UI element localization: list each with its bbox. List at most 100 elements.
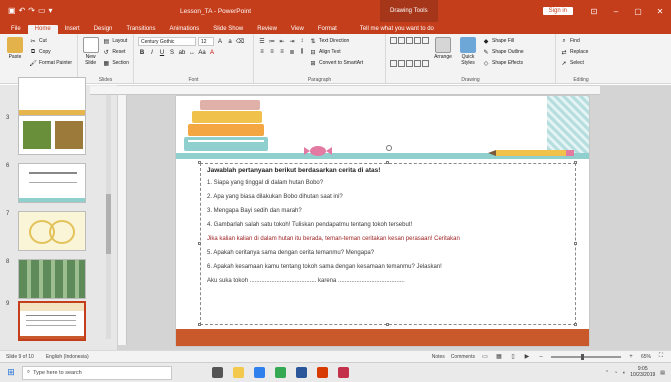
tab-file[interactable]: File bbox=[4, 25, 28, 34]
resize-handle[interactable] bbox=[574, 161, 577, 164]
arrange-button[interactable]: Arrange bbox=[432, 37, 454, 81]
copy-button[interactable]: ⧉ Copy bbox=[29, 48, 72, 56]
windows-start-icon[interactable]: ⊞ bbox=[0, 367, 22, 378]
normal-view-icon[interactable]: ▭ bbox=[481, 353, 489, 361]
reset-button[interactable]: ↺ Reset bbox=[102, 48, 129, 56]
slide-sorter-icon[interactable]: ▦ bbox=[495, 353, 503, 361]
undo-icon[interactable]: ↶ bbox=[19, 7, 26, 15]
slide-canvas[interactable]: Jawablah pertanyaan berikut berdasarkan … bbox=[176, 96, 589, 346]
system-clock[interactable]: 9:05 10/23/2019 bbox=[630, 366, 655, 379]
shape-rect-icon[interactable] bbox=[398, 59, 405, 67]
maximize-icon[interactable]: ▢ bbox=[627, 7, 649, 16]
shape-effects-button[interactable]: ◇ Shape Effects bbox=[482, 59, 524, 67]
font-color-icon[interactable]: A bbox=[208, 49, 216, 57]
align-text-button[interactable]: ⊟ Align Text bbox=[309, 48, 363, 56]
close-icon[interactable]: ✕ bbox=[649, 7, 671, 16]
scrollbar-thumb[interactable] bbox=[106, 194, 111, 254]
change-case-icon[interactable]: Aa bbox=[198, 49, 206, 57]
char-spacing-icon[interactable]: ↔ bbox=[188, 49, 196, 57]
shrink-font-icon[interactable]: a bbox=[226, 38, 234, 46]
columns-icon[interactable]: ⫼ bbox=[298, 48, 306, 56]
panel-scrollbar[interactable] bbox=[106, 89, 111, 339]
zoom-in-icon[interactable]: + bbox=[627, 353, 635, 361]
underline-icon[interactable]: U bbox=[158, 49, 166, 57]
find-button[interactable]: ⌕ Find bbox=[560, 37, 588, 45]
resize-handle[interactable] bbox=[198, 242, 201, 245]
zoom-slider[interactable] bbox=[550, 353, 621, 360]
word-icon[interactable] bbox=[296, 367, 307, 378]
task-view-icon[interactable] bbox=[212, 367, 223, 378]
questions-textbox[interactable]: Jawablah pertanyaan berikut berdasarkan … bbox=[200, 163, 576, 325]
slide-thumbnail[interactable]: 7 bbox=[6, 211, 86, 251]
resize-handle[interactable] bbox=[198, 161, 201, 164]
language-status[interactable]: English (Indonesia) bbox=[46, 354, 89, 360]
new-slide-button[interactable]: New Slide bbox=[82, 37, 99, 81]
align-left-icon[interactable]: ≡ bbox=[258, 48, 266, 56]
save-icon[interactable]: ▣ bbox=[8, 7, 16, 15]
tab-animations[interactable]: Animations bbox=[163, 25, 207, 34]
volume-icon[interactable]: ◖ bbox=[622, 370, 625, 376]
slide-thumbnail-selected[interactable]: 9 bbox=[6, 301, 86, 341]
shape-fill-button[interactable]: ◆ Shape Fill bbox=[482, 37, 524, 45]
shapes-gallery[interactable] bbox=[390, 37, 429, 81]
rotate-handle[interactable] bbox=[386, 145, 392, 151]
shape-rect-icon[interactable] bbox=[406, 37, 413, 44]
tell-me-search[interactable]: Tell me what you want to do bbox=[350, 25, 444, 34]
zoom-out-icon[interactable]: – bbox=[537, 353, 545, 361]
bullets-icon[interactable]: ☰ bbox=[258, 37, 266, 45]
app-icon[interactable] bbox=[338, 367, 349, 378]
section-button[interactable]: ▦ Section bbox=[102, 59, 129, 67]
shape-outline-button[interactable]: ✎ Shape Outline bbox=[482, 48, 523, 56]
zoom-slider-thumb[interactable] bbox=[581, 353, 585, 360]
font-size-select[interactable]: 12 bbox=[198, 37, 214, 46]
file-explorer-icon[interactable] bbox=[233, 367, 244, 378]
tab-transitions[interactable]: Transitions bbox=[119, 25, 162, 34]
align-right-icon[interactable]: ≡ bbox=[278, 48, 286, 56]
notes-button[interactable]: Notes bbox=[432, 354, 445, 360]
shape-rect-icon[interactable] bbox=[406, 59, 413, 67]
decrease-indent-icon[interactable]: ⇤ bbox=[278, 37, 286, 45]
fit-slide-icon[interactable]: ⛶ bbox=[657, 353, 665, 361]
resize-handle[interactable] bbox=[574, 242, 577, 245]
slide-thumbnail[interactable]: 6 bbox=[6, 163, 86, 203]
powerpoint-icon[interactable] bbox=[317, 367, 328, 378]
shadow-icon[interactable]: S bbox=[168, 49, 176, 57]
tab-review[interactable]: Review bbox=[250, 25, 284, 34]
bold-icon[interactable]: B bbox=[138, 49, 146, 57]
tab-view[interactable]: View bbox=[284, 25, 311, 34]
resize-handle[interactable] bbox=[574, 323, 577, 326]
cut-button[interactable]: ✂ Cut bbox=[29, 37, 72, 45]
resize-handle[interactable] bbox=[386, 323, 389, 326]
layout-button[interactable]: ▤ Layout bbox=[102, 37, 129, 45]
tab-home[interactable]: Home bbox=[27, 25, 58, 34]
select-button[interactable]: ➚ Select bbox=[560, 59, 588, 67]
notifications-icon[interactable]: ▤ bbox=[660, 370, 665, 376]
shape-rect-icon[interactable] bbox=[398, 37, 405, 44]
customize-qat-icon[interactable]: ▾ bbox=[49, 7, 53, 15]
slideshow-icon[interactable]: ▶ bbox=[523, 353, 531, 361]
slides-panel[interactable]: 3 6 7 8 9 bbox=[0, 77, 118, 350]
align-center-icon[interactable]: ≡ bbox=[268, 48, 276, 56]
tab-insert[interactable]: Insert bbox=[58, 25, 87, 34]
tray-chevron-icon[interactable]: ⌃ bbox=[605, 370, 609, 376]
format-painter-button[interactable]: 🖌 Format Painter bbox=[29, 59, 72, 67]
grow-font-icon[interactable]: A bbox=[216, 38, 224, 46]
shape-rect-icon[interactable] bbox=[414, 59, 421, 67]
resize-handle[interactable] bbox=[198, 323, 201, 326]
slide-thumbnail[interactable] bbox=[6, 77, 86, 117]
justify-icon[interactable]: ≣ bbox=[288, 48, 296, 56]
edge-icon[interactable] bbox=[254, 367, 265, 378]
tab-slide-show[interactable]: Slide Show bbox=[206, 25, 250, 34]
increase-indent-icon[interactable]: ⇥ bbox=[288, 37, 296, 45]
shape-rect-icon[interactable] bbox=[422, 59, 429, 67]
italic-icon[interactable]: I bbox=[148, 49, 156, 57]
resize-handle[interactable] bbox=[386, 161, 389, 164]
replace-button[interactable]: ⇄ Replace bbox=[560, 48, 588, 56]
minimize-icon[interactable]: – bbox=[605, 7, 627, 16]
chrome-icon[interactable] bbox=[275, 367, 286, 378]
zoom-level[interactable]: 65% bbox=[641, 354, 651, 360]
font-name-select[interactable]: Century Gothic bbox=[138, 37, 196, 46]
taskbar-search[interactable]: ⌕ Type here to search bbox=[22, 365, 172, 380]
reading-view-icon[interactable]: ▯ bbox=[509, 353, 517, 361]
tab-format[interactable]: Format bbox=[311, 25, 344, 34]
